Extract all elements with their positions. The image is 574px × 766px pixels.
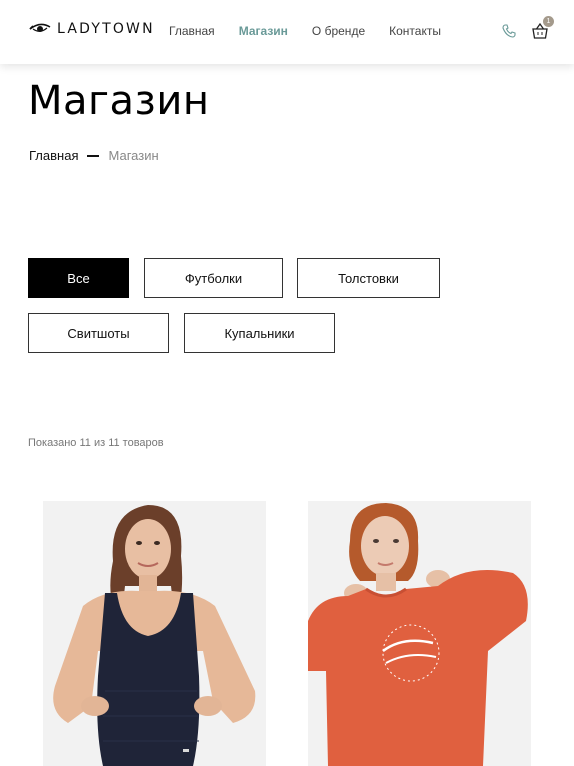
filter-hoodies-button[interactable]: Толстовки: [297, 258, 440, 298]
nav-item-shop[interactable]: Магазин: [239, 24, 288, 38]
main-nav: Главная Магазин О бренде Контакты: [169, 24, 465, 38]
nav-item-about[interactable]: О бренде: [312, 24, 365, 38]
sweatshirt-photo: [308, 501, 531, 766]
phone-icon[interactable]: [502, 24, 516, 38]
product-image-sweatshirt[interactable]: [308, 501, 531, 766]
swimsuit-photo: [43, 501, 266, 766]
nav-item-contacts[interactable]: Контакты: [389, 24, 441, 38]
nav-item-home[interactable]: Главная: [169, 24, 215, 38]
breadcrumb-separator: [87, 154, 100, 157]
filter-sweatshirts-button[interactable]: Свитшоты: [28, 313, 169, 353]
filter-all-button[interactable]: Все: [28, 258, 129, 298]
breadcrumb: Главная Магазин: [29, 148, 159, 163]
cart-count-badge: 1: [543, 16, 554, 27]
breadcrumb-home-link[interactable]: Главная: [29, 148, 78, 163]
filter-swimsuits-button[interactable]: Купальники: [184, 313, 335, 353]
logo[interactable]: LADYTOWN: [29, 21, 155, 37]
cart-button[interactable]: 1: [532, 16, 554, 40]
breadcrumb-current: Магазин: [108, 148, 159, 163]
logo-text: LADYTOWN: [57, 21, 155, 37]
filter-tshirts-button[interactable]: Футболки: [144, 258, 283, 298]
eye-logo-icon: [29, 23, 51, 32]
header-icons: 1: [502, 16, 554, 40]
page-title: Магазин: [28, 78, 210, 124]
results-count: Показано 11 из 11 товаров: [28, 437, 164, 449]
site-header: LADYTOWN Главная Магазин О бренде Контак…: [0, 0, 574, 64]
product-image-swimsuit[interactable]: [43, 501, 266, 766]
